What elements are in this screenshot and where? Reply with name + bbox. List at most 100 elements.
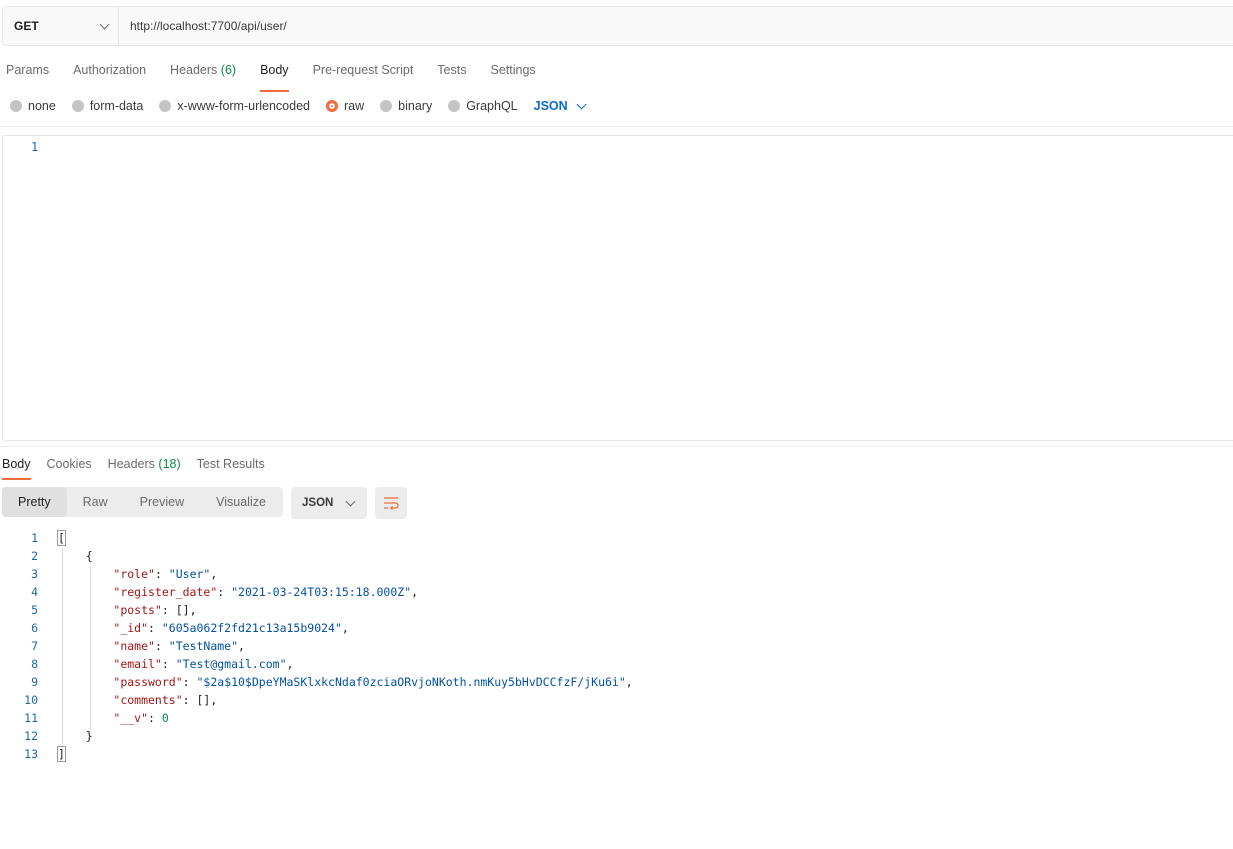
tab-authorization[interactable]: Authorization (73, 60, 146, 86)
tab-body[interactable]: Body (260, 60, 289, 92)
code-line: 10 "comments": [], (0, 691, 1233, 709)
request-body-editor[interactable]: 1 (2, 135, 1233, 441)
view-pretty-button[interactable]: Pretty (2, 487, 67, 517)
line-number: 3 (31, 567, 38, 581)
code-line: 1[ (0, 529, 1233, 547)
response-tab-test-results[interactable]: Test Results (197, 454, 265, 474)
code-text: "comments": [], (113, 693, 218, 707)
code-text: [ (57, 529, 66, 547)
method-label: GET (14, 19, 39, 33)
bracket: [ (57, 530, 66, 546)
json-value: "2021-03-24T03:15:18.000Z" (231, 585, 412, 599)
line-number: 8 (31, 657, 38, 671)
request-tabs: Params Authorization Headers (6) Body Pr… (6, 60, 560, 92)
json-value: "User" (168, 567, 211, 581)
radio-icon (159, 100, 172, 112)
body-type-none[interactable]: none (10, 99, 56, 113)
code-line: 4 "register_date": "2021-03-24T03:15:18.… (0, 583, 1233, 601)
line-number: 1 (31, 531, 38, 545)
json-key: "comments" (113, 693, 183, 707)
response-headers-count: (18) (158, 457, 181, 471)
radio-selected-icon (326, 100, 338, 112)
json-key: "email" (113, 657, 162, 671)
radio-icon (71, 100, 84, 112)
radio-icon (448, 100, 461, 112)
json-value: 0 (161, 711, 169, 725)
bracket: } (85, 729, 93, 743)
chevron-down-icon (576, 99, 587, 109)
tab-params[interactable]: Params (6, 60, 49, 86)
body-type-raw[interactable]: raw (326, 99, 364, 113)
line-number: 6 (31, 621, 38, 635)
json-key: "register_date" (113, 585, 218, 599)
code-line: 11 "__v": 0 (0, 709, 1233, 727)
json-key: "_id" (113, 621, 149, 635)
line-number: 4 (31, 585, 38, 599)
line-number: 1 (31, 140, 39, 154)
code-text: "email": "Test@gmail.com", (113, 657, 294, 671)
line-number: 9 (31, 675, 38, 689)
code-line: 13] (0, 745, 1233, 763)
response-tab-headers[interactable]: Headers (18) (108, 454, 181, 474)
body-type-graphql[interactable]: GraphQL (448, 99, 518, 113)
json-value: [] (196, 693, 211, 707)
divider (0, 446, 1233, 447)
code-text: } (58, 727, 93, 745)
code-text: "role": "User", (113, 567, 218, 581)
code-line: 8 "email": "Test@gmail.com", (0, 655, 1233, 673)
line-number: 12 (24, 729, 38, 743)
response-tab-body[interactable]: Body (2, 454, 31, 480)
wrap-lines-button[interactable] (375, 487, 407, 519)
code-text: "__v": 0 (113, 711, 169, 725)
code-line: 2 { (0, 547, 1233, 565)
wrap-lines-icon (384, 497, 399, 510)
response-tabs: Body Cookies Headers (18) Test Results (2, 454, 281, 480)
response-view-switcher: Pretty Raw Preview Visualize (2, 487, 283, 517)
radio-icon (10, 100, 22, 112)
json-key: "posts" (113, 603, 162, 617)
json-value: "TestName" (168, 639, 239, 653)
code-line: 5 "posts": [], (0, 601, 1233, 619)
line-number: 5 (31, 603, 38, 617)
method-select[interactable]: GET (3, 7, 119, 45)
json-value: "$2a$10$DpeYMaSKlxkcNdaf0zciaORvjoNKoth.… (196, 675, 626, 689)
response-tab-cookies[interactable]: Cookies (47, 454, 92, 474)
line-number: 13 (24, 747, 38, 761)
code-text: { (58, 547, 93, 565)
body-type-binary[interactable]: binary (380, 99, 432, 113)
url-input[interactable]: http://localhost:7700/api/user/ (119, 19, 287, 33)
code-text: "name": "TestName", (113, 639, 245, 653)
view-raw-button[interactable]: Raw (67, 487, 124, 517)
tab-pre-request-script[interactable]: Pre-request Script (313, 60, 414, 86)
request-url-bar: GET http://localhost:7700/api/user/ (2, 6, 1233, 46)
code-line: 3 "role": "User", (0, 565, 1233, 583)
body-type-urlencoded[interactable]: x-www-form-urlencoded (159, 99, 310, 113)
divider (0, 126, 1233, 127)
line-number: 10 (24, 693, 38, 707)
response-format-select[interactable]: JSON (291, 487, 367, 519)
radio-icon (380, 100, 393, 112)
tab-settings[interactable]: Settings (490, 60, 535, 86)
view-visualize-button[interactable]: Visualize (200, 487, 282, 517)
code-line: 7 "name": "TestName", (0, 637, 1233, 655)
bracket: { (85, 549, 93, 563)
code-line: 12 } (0, 727, 1233, 745)
line-number: 7 (31, 639, 38, 653)
chevron-down-icon (99, 19, 110, 29)
line-number: 2 (31, 549, 38, 563)
view-preview-button[interactable]: Preview (124, 487, 200, 517)
code-line: 9 "password": "$2a$10$DpeYMaSKlxkcNdaf0z… (0, 673, 1233, 691)
tab-headers[interactable]: Headers (6) (170, 60, 236, 86)
body-type-form-data[interactable]: form-data (71, 99, 143, 113)
code-text: "register_date": "2021-03-24T03:15:18.00… (113, 585, 419, 599)
response-body-viewer[interactable]: 1[2 {3 "role": "User", 4 "register_date":… (0, 529, 1233, 763)
code-line: 6 "_id": "605a062f2fd21c13a15b9024", (0, 619, 1233, 637)
json-key: "name" (113, 639, 155, 653)
json-value: "605a062f2fd21c13a15b9024" (161, 621, 342, 635)
body-format-select[interactable]: JSON (534, 99, 587, 113)
line-number: 11 (24, 711, 38, 725)
code-text: "posts": [], (113, 603, 197, 617)
json-value: "Test@gmail.com" (175, 657, 287, 671)
code-text: "password": "$2a$10$DpeYMaSKlxkcNdaf0zci… (113, 675, 633, 689)
tab-tests[interactable]: Tests (437, 60, 466, 86)
